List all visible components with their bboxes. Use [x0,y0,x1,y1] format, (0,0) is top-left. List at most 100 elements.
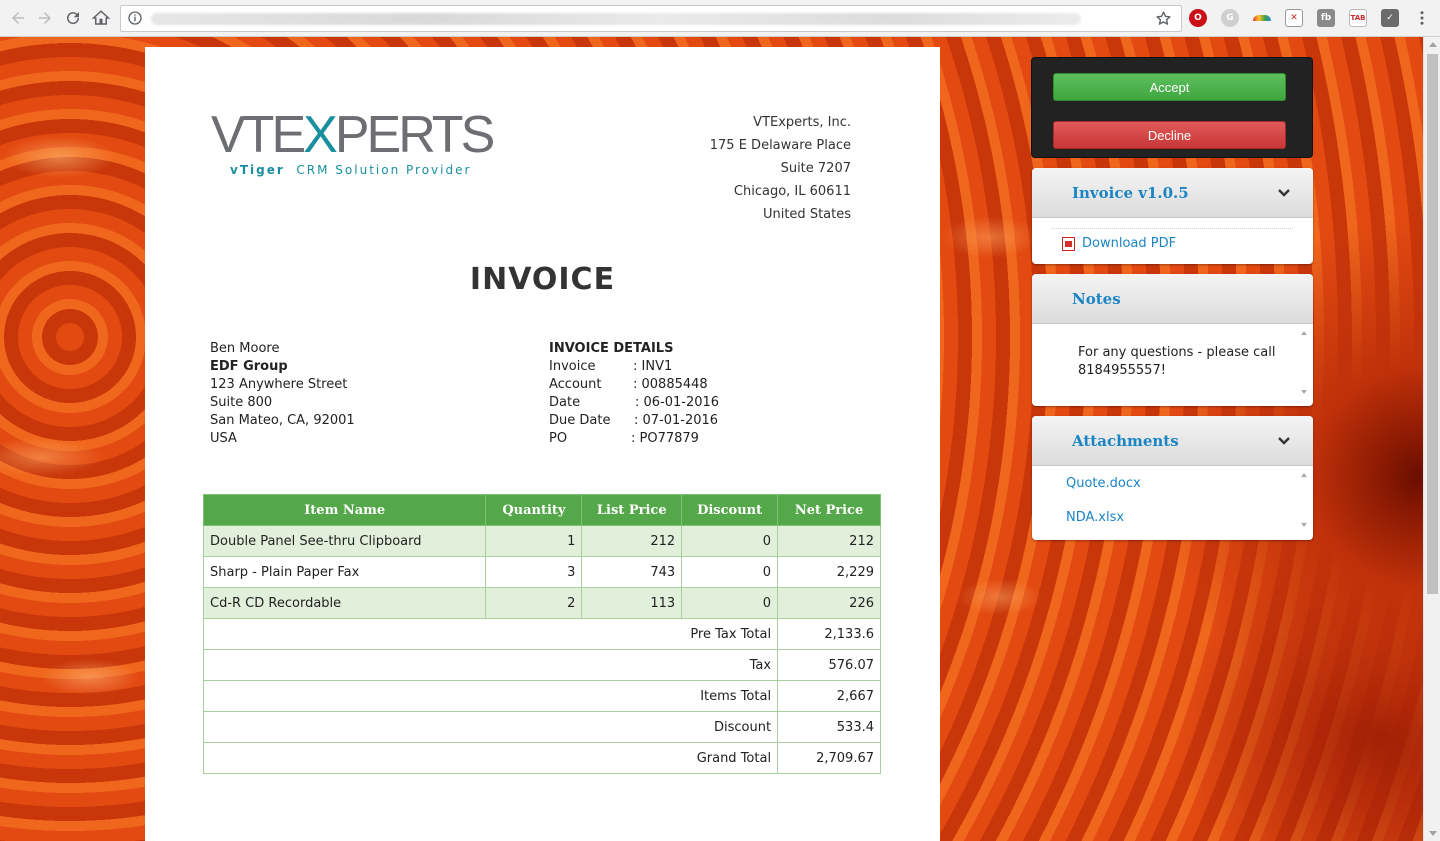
invoice-details-heading: INVOICE DETAILS [549,341,674,356]
scroll-up-icon[interactable] [1301,473,1307,477]
invoice-version-panel: Invoice v1.0.5 Download PDF [1032,168,1313,264]
arrow-left-icon[interactable] [6,6,30,30]
company-city: Chicago, IL 60611 [733,184,851,199]
invoice-page: VTEXPERTS vTiger CRM Solution Provider V… [145,47,940,841]
tab-icon[interactable]: TAB [1349,9,1367,27]
x-icon[interactable]: ✕ [1285,9,1303,27]
customer-suite: Suite 800 [210,395,273,410]
net-price-cell: 226 [777,587,881,619]
page-scrollbar[interactable] [1423,37,1440,841]
check-icon[interactable]: ✓ [1381,9,1399,27]
totals-row-discount: Discount 533.4 [202,711,881,743]
logo-tagline: vTiger CRM Solution Provider [230,163,472,177]
total-value: 2,133.6 [777,618,881,650]
detail-row-po: PO: PO77879 [549,431,699,446]
total-value: 576.07 [777,649,881,681]
line-items-table: Item Name Quantity List Price Discount N… [202,494,881,774]
total-value: 2,667 [777,680,881,712]
accept-button[interactable]: Accept [1053,73,1286,101]
action-box: Accept Decline [1031,57,1313,158]
more-vert-icon[interactable] [1410,6,1434,30]
net-price-cell: 2,229 [777,556,881,588]
panel-title: Invoice v1.0.5 [1072,184,1189,202]
scroll-down-arrow[interactable] [1429,831,1437,836]
panel-header[interactable]: Attachments [1032,416,1313,466]
g-icon[interactable]: G [1221,9,1239,27]
total-label: Discount [202,711,779,743]
table-row: Double Panel See-thru Clipboard 1 212 0 … [202,525,881,557]
opera-icon[interactable]: O [1189,9,1207,27]
url-text-blurred [151,13,1081,25]
total-label: Grand Total [202,742,779,774]
reload-icon[interactable] [61,6,85,30]
pdf-file-icon [1062,236,1075,251]
detail-row-date: Date: 06-01-2016 [549,395,720,410]
home-icon[interactable] [89,6,113,30]
table-header-row: Item Name Quantity List Price Discount N… [202,494,881,526]
attachment-link-quote[interactable]: Quote.docx [1066,476,1141,491]
rainbow-icon[interactable] [1253,15,1271,21]
col-header-quantity: Quantity [485,494,583,526]
company-address-line1: 175 E Delaware Place [709,138,851,153]
scroll-down-icon[interactable] [1301,523,1307,527]
scroll-up-icon[interactable] [1301,331,1307,335]
customer-company: EDF Group [210,359,288,374]
star-icon[interactable] [1155,10,1173,28]
attachment-link-nda[interactable]: NDA.xlsx [1066,510,1124,525]
total-value: 2,709.67 [777,742,881,774]
company-address-line2: Suite 7207 [780,161,851,176]
customer-city: San Mateo, CA, 92001 [210,413,355,428]
total-value: 533.4 [777,711,881,743]
list-price-cell: 212 [581,525,683,557]
discount-cell: 0 [681,525,779,557]
panel-header: Notes [1032,274,1313,324]
detail-row-invoice: Invoice: INV1 [549,359,673,374]
col-header-discount: Discount [681,494,779,526]
bill-to-address: Ben Moore EDF Group 123 Anywhere Street … [210,340,355,448]
customer-name: Ben Moore [210,341,280,356]
info-icon[interactable] [127,10,145,28]
detail-row-due-date: Due Date: 07-01-2016 [549,413,719,428]
company-address: VTExperts, Inc. 175 E Delaware Place Sui… [710,111,851,226]
company-logo: VTEXPERTS vTiger CRM Solution Provider [211,109,501,179]
list-price-cell: 113 [581,587,683,619]
company-country: United States [762,207,851,222]
panel-title: Notes [1072,290,1121,308]
quantity-cell: 1 [485,525,583,557]
totals-row-tax: Tax 576.07 [202,649,881,681]
scroll-up-arrow[interactable] [1429,42,1437,47]
chevron-down-icon[interactable] [1277,185,1291,199]
panel-header[interactable]: Invoice v1.0.5 [1032,168,1313,218]
download-pdf-link[interactable]: Download PDF [1062,236,1176,251]
table-row: Cd-R CD Recordable 2 113 0 226 [202,587,881,619]
total-label: Tax [202,649,779,681]
decline-button[interactable]: Decline [1053,121,1286,149]
scroll-down-icon[interactable] [1301,390,1307,394]
divider [1052,228,1293,229]
logo-wordmark: VTEXPERTS [211,106,495,164]
net-price-cell: 212 [777,525,881,557]
quantity-cell: 2 [485,587,583,619]
item-name-cell: Double Panel See-thru Clipboard [202,525,487,557]
customer-country: USA [210,431,237,446]
totals-row-pre-tax: Pre Tax Total 2,133.6 [202,618,881,650]
scrollbar-thumb[interactable] [1427,54,1438,594]
discount-cell: 0 [681,587,779,619]
discount-cell: 0 [681,556,779,588]
fb-icon[interactable]: fb [1317,9,1335,27]
list-price-cell: 743 [581,556,683,588]
panel-title: Attachments [1072,432,1179,450]
item-name-cell: Sharp - Plain Paper Fax [202,556,487,588]
notes-panel: Notes For any questions - please call 81… [1032,274,1313,406]
attachments-panel: Attachments Quote.docx NDA.xlsx [1032,416,1313,540]
invoice-title: INVOICE [469,262,616,297]
col-header-item-name: Item Name [202,494,487,526]
notes-text: For any questions - please call 81849555… [1078,345,1276,378]
table-row: Sharp - Plain Paper Fax 3 743 0 2,229 [202,556,881,588]
chevron-down-icon[interactable] [1277,433,1291,447]
customer-street: 123 Anywhere Street [210,377,348,392]
arrow-right-icon[interactable] [33,6,57,30]
address-bar[interactable] [120,5,1182,32]
total-label: Items Total [202,680,779,712]
col-header-list-price: List Price [581,494,683,526]
